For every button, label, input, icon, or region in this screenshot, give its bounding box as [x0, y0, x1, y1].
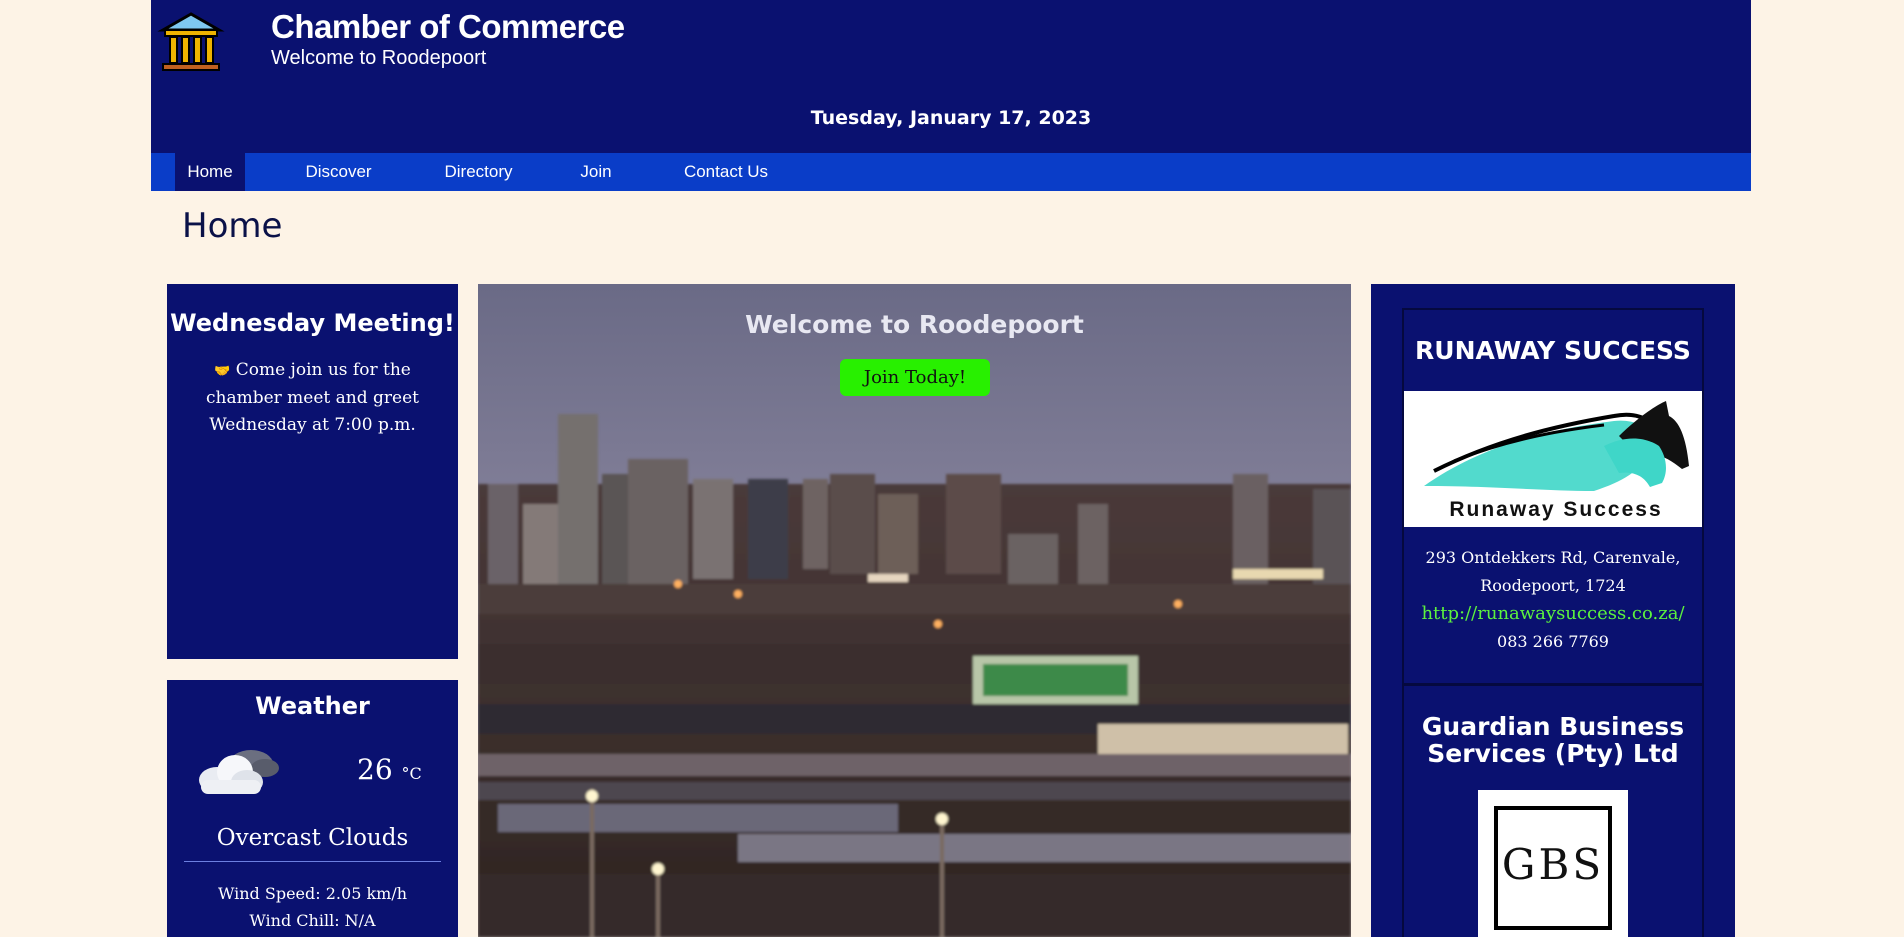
hero-banner: Welcome to Roodepoort Join Today!: [478, 284, 1351, 937]
nav-contact[interactable]: Contact Us: [676, 153, 776, 191]
site-subtitle: Welcome to Roodepoort: [271, 47, 487, 69]
temperature: 26 °C: [357, 753, 422, 786]
wind-speed: Wind Speed: 2.05 km/h: [217, 884, 408, 903]
columns-building-icon: [157, 12, 225, 71]
site-header: Chamber of Commerce Welcome to Roodepoor…: [151, 0, 1751, 153]
meeting-card: Wednesday Meeting! 🤝 Come join us for th…: [167, 284, 458, 659]
spotlight-card-guardian: Guardian Business Services (Pty) Ltd GBS: [1404, 686, 1702, 937]
spotlight-card-runaway: RUNAWAY SUCCESS Runaway Success 293 Ontd…: [1404, 310, 1702, 683]
runaway-success-logo: Runaway Success: [1404, 391, 1702, 527]
gbs-logo: GBS: [1478, 790, 1628, 937]
wind-info: Wind Speed: 2.05 km/h Wind Chill: N/A: [167, 880, 458, 934]
handshake-icon: 🤝: [214, 364, 231, 379]
nav-home[interactable]: Home: [175, 153, 245, 191]
weather-title: Weather: [255, 692, 370, 720]
address-line-2: Roodepoort, 1724: [1480, 576, 1626, 595]
weather-condition: Overcast Clouds: [184, 825, 441, 862]
hero-title: Welcome to Roodepoort: [745, 310, 1084, 339]
weather-card: Weather 26 °C Overcast Clouds Wind Speed…: [167, 680, 458, 937]
site-title: Chamber of Commerce: [271, 8, 625, 45]
nav-directory[interactable]: Directory: [431, 153, 526, 191]
logo-text: Runaway Success: [1449, 498, 1662, 521]
main-nav: Home Discover Directory Join Contact Us: [151, 153, 1751, 191]
spotlight-name: RUNAWAY SUCCESS: [1415, 336, 1691, 365]
gbs-logo-text: GBS: [1494, 806, 1612, 930]
overcast-cloud-icon: [199, 750, 279, 794]
wind-chill: Wind Chill: N/A: [249, 911, 376, 930]
horse-logo-icon: Runaway Success: [1424, 401, 1689, 521]
meeting-text: 🤝 Come join us for the chamber meet and …: [205, 360, 419, 435]
join-today-button[interactable]: Join Today!: [840, 359, 990, 396]
nav-join[interactable]: Join: [561, 153, 631, 191]
nav-discover[interactable]: Discover: [291, 153, 386, 191]
website-link[interactable]: http://runawaysuccess.co.za/: [1404, 600, 1702, 628]
business-contact: 293 Ontdekkers Rd, Carenvale, Roodepoort…: [1404, 544, 1702, 656]
temp-unit: °C: [401, 764, 422, 783]
address-line-1: 293 Ontdekkers Rd, Carenvale,: [1425, 548, 1681, 567]
meeting-title: Wednesday Meeting!: [170, 309, 455, 337]
current-date: Tuesday, January 17, 2023: [810, 107, 1092, 129]
phone-number: 083 266 7769: [1497, 632, 1609, 651]
spotlight-sidebar: RUNAWAY SUCCESS Runaway Success 293 Ontd…: [1371, 284, 1735, 937]
page-title: Home: [182, 206, 283, 246]
spotlight-name: Guardian Business Services (Pty) Ltd: [1421, 712, 1685, 768]
